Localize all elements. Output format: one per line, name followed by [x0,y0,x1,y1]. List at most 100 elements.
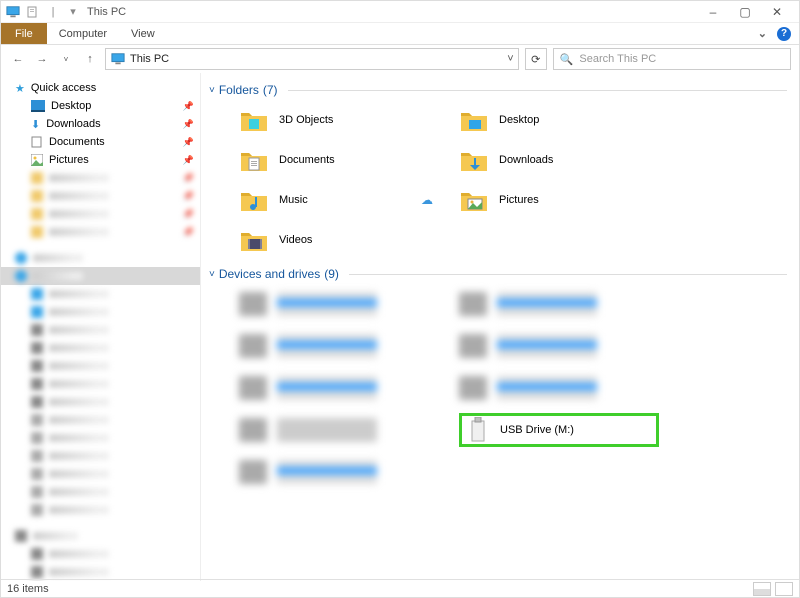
sidebar-item-redacted[interactable]: 📌 [1,169,200,187]
nav-pane: ★ Quick access Desktop 📌 ⬇ Downloads 📌 D… [1,73,201,581]
address-box[interactable]: This PC ˅ [105,48,519,70]
folder-item-3d-objects[interactable]: 3D Objects [239,103,439,137]
folder-item-music[interactable]: Music ☁ [239,183,439,217]
maximize-button[interactable]: ▢ [735,5,755,19]
pin-icon: 📌 [183,227,194,238]
sidebar-item-redacted[interactable] [1,393,200,411]
this-pc-icon [110,51,126,67]
sidebar-item-pictures[interactable]: Pictures 📌 [1,151,200,169]
drive-item-redacted[interactable] [239,413,439,447]
folder-label: Downloads [499,154,553,166]
ribbon-collapse-icon[interactable]: ⌄ [758,27,767,40]
folder-label: Desktop [499,114,539,126]
address-dropdown-icon[interactable]: ˅ [507,53,513,65]
quick-access-caret-icon[interactable]: ▾ [65,4,81,20]
sidebar-item-label: Pictures [49,154,89,166]
sidebar-item-downloads[interactable]: ⬇ Downloads 📌 [1,115,200,133]
address-bar: ← → ˅ ↑ This PC ˅ ⟳ 🔍 Search This PC [1,45,799,73]
folders-section-header[interactable]: ˅ Folders (7) [209,83,787,97]
drive-item-usb[interactable]: USB Drive (M:) [459,413,659,447]
chevron-down-icon: ˅ [209,85,215,96]
drives-section-header[interactable]: ˅ Devices and drives (9) [209,267,787,281]
drive-item-redacted[interactable] [239,371,439,405]
sidebar-item-redacted[interactable] [1,411,200,429]
drive-label: USB Drive (M:) [500,424,574,436]
search-icon: 🔍 [560,53,574,66]
cloud-sync-icon: ☁ [421,193,433,207]
minimize-button[interactable]: – [703,5,723,19]
doc-quick-icon[interactable] [25,4,41,20]
drive-item-redacted[interactable] [239,329,439,363]
sidebar-item-redacted[interactable]: 📌 [1,187,200,205]
sidebar-item-selected-redacted[interactable] [1,267,200,285]
sidebar-item-label: Desktop [51,100,91,112]
file-tab[interactable]: File [1,23,47,44]
sidebar-item-redacted[interactable] [1,303,200,321]
view-large-icons-button[interactable] [775,582,793,596]
sidebar-item-redacted[interactable] [1,429,200,447]
folder-item-documents[interactable]: Documents [239,143,439,177]
status-item-count: 16 items [7,583,49,595]
drive-item-redacted[interactable] [459,287,659,321]
downloads-icon: ⬇ [31,118,40,131]
sidebar-item-redacted[interactable] [1,375,200,393]
folder-item-desktop[interactable]: Desktop [459,103,659,137]
sidebar-item-redacted[interactable] [1,357,200,375]
back-button[interactable]: ← [9,50,27,68]
folder-label: 3D Objects [279,114,333,126]
content-pane: ˅ Folders (7) 3D Objects Desktop Documen… [201,73,799,581]
sidebar-item-redacted[interactable]: 📌 [1,223,200,241]
forward-button[interactable]: → [33,50,51,68]
sidebar-item-quick-access[interactable]: ★ Quick access [1,79,200,97]
sidebar-item-redacted[interactable] [1,527,200,545]
star-icon: ★ [15,82,25,95]
help-icon[interactable]: ? [777,27,791,41]
drive-item-redacted[interactable] [459,371,659,405]
sidebar-item-redacted[interactable] [1,447,200,465]
pin-icon: 📌 [183,191,194,202]
drive-item-redacted[interactable] [459,329,659,363]
sidebar-item-redacted[interactable] [1,321,200,339]
sidebar-item-label: Downloads [46,118,100,130]
menu-bar: File Computer View ⌄ ? [1,23,799,45]
sidebar-item-redacted[interactable]: 📌 [1,205,200,223]
status-bar: 16 items [1,579,799,597]
window-title: This PC [87,6,126,18]
sidebar-item-redacted[interactable] [1,483,200,501]
pin-icon: 📌 [183,155,194,166]
sidebar-item-desktop[interactable]: Desktop 📌 [1,97,200,115]
up-button[interactable]: ↑ [81,50,99,68]
search-input[interactable]: 🔍 Search This PC [553,48,791,70]
pin-icon: 📌 [183,119,194,130]
pin-icon: 📌 [183,209,194,220]
sidebar-item-redacted[interactable] [1,339,200,357]
drive-item-redacted[interactable] [239,287,439,321]
folder-item-pictures[interactable]: Pictures [459,183,659,217]
title-bar-divider: | [45,4,61,20]
sidebar-item-label: Documents [49,136,105,148]
folder-label: Documents [279,154,335,166]
folder-item-downloads[interactable]: Downloads [459,143,659,177]
refresh-button[interactable]: ⟳ [525,48,547,70]
folder-videos-icon [239,226,269,254]
computer-tab[interactable]: Computer [47,23,119,44]
sidebar-item-redacted[interactable] [1,249,200,267]
monitor-icon [5,4,21,20]
folder-documents-icon [239,146,269,174]
history-dropdown-icon[interactable]: ˅ [57,50,75,68]
drive-item-redacted[interactable] [239,455,439,489]
folder-item-videos[interactable]: Videos [239,223,439,257]
sidebar-item-redacted[interactable] [1,465,200,483]
view-details-button[interactable] [753,582,771,596]
section-divider [288,90,787,91]
chevron-down-icon: ˅ [209,269,215,280]
section-label: Folders [219,83,259,97]
sidebar-item-redacted[interactable] [1,285,200,303]
sidebar-item-documents[interactable]: Documents 📌 [1,133,200,151]
close-button[interactable]: ✕ [767,5,787,19]
sidebar-item-redacted[interactable] [1,501,200,519]
folder-label: Music [279,194,308,206]
sidebar-item-redacted[interactable] [1,545,200,563]
pictures-icon [31,154,43,166]
view-tab[interactable]: View [119,23,167,44]
